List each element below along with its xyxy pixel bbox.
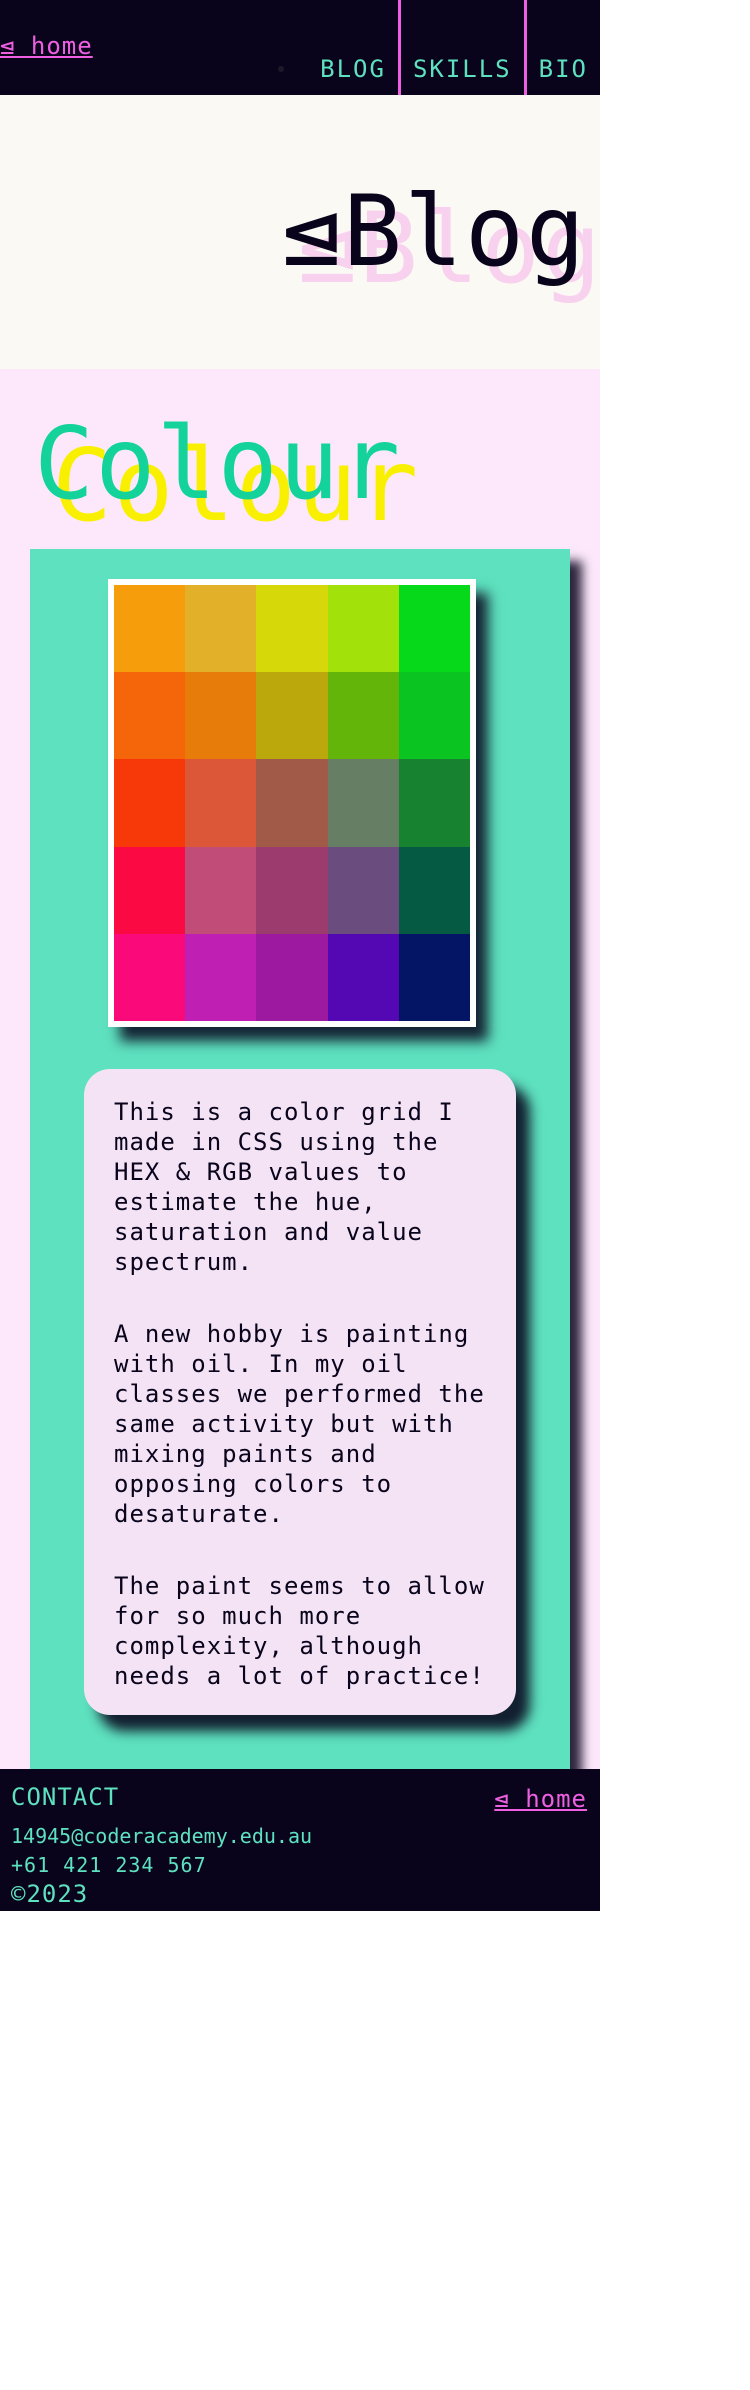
colour-swatch	[398, 759, 470, 847]
colour-swatch	[185, 759, 257, 847]
section-heading: Colour	[34, 405, 402, 522]
colour-swatch	[114, 933, 186, 1021]
contact-phone[interactable]: +61 421 234 567	[11, 1853, 207, 1877]
colour-grid	[114, 585, 470, 1021]
colour-swatch	[398, 846, 470, 934]
nav-dot-decoration	[278, 66, 285, 72]
colour-swatch	[185, 585, 257, 673]
nav-item-skills[interactable]: SKILLS	[401, 0, 524, 95]
footer-home-link[interactable]: ⊴ home	[494, 1785, 587, 1813]
colour-swatch	[185, 672, 257, 760]
colour-swatch	[256, 933, 328, 1021]
colour-grid-frame	[108, 579, 476, 1027]
colour-swatch	[327, 846, 399, 934]
home-link[interactable]: ⊴ home	[0, 32, 93, 60]
colour-swatch	[256, 672, 328, 760]
colour-swatch	[256, 585, 328, 673]
colour-swatch	[114, 759, 186, 847]
colour-swatch	[327, 933, 399, 1021]
site-header: ⊴ home BLOG SKILLS BIO	[0, 0, 600, 95]
description-paragraph: A new hobby is painting with oil. In my …	[114, 1320, 485, 1528]
description-card: This is a color grid I made in CSS using…	[84, 1069, 516, 1715]
page: ⊴ home BLOG SKILLS BIO ⊴Blog ⊴Blog Colou…	[0, 0, 600, 1911]
main-content: Colour Colour This is a color grid I mad…	[0, 369, 600, 1769]
colour-swatch	[327, 585, 399, 673]
colour-swatch	[185, 846, 257, 934]
main-nav: BLOG SKILLS BIO	[278, 0, 600, 95]
site-footer: CONTACT 14945@coderacademy.edu.au +61 42…	[0, 1769, 600, 1911]
colour-card: This is a color grid I made in CSS using…	[30, 549, 570, 1769]
colour-swatch	[114, 585, 186, 673]
contact-email[interactable]: 14945@coderacademy.edu.au	[11, 1824, 312, 1848]
colour-swatch	[256, 846, 328, 934]
nav-item-blog[interactable]: BLOG	[320, 0, 398, 95]
description-paragraph: The paint seems to allow for so much mor…	[114, 1572, 485, 1690]
colour-swatch	[185, 933, 257, 1021]
contact-title: CONTACT	[11, 1783, 120, 1811]
copyright: ©2023	[11, 1880, 89, 1908]
colour-swatch	[256, 759, 328, 847]
colour-swatch	[398, 672, 470, 760]
colour-swatch	[327, 672, 399, 760]
colour-swatch	[114, 846, 186, 934]
colour-swatch	[398, 933, 470, 1021]
title-banner: ⊴Blog ⊴Blog	[0, 95, 600, 369]
colour-swatch	[398, 585, 470, 673]
colour-swatch	[327, 759, 399, 847]
description-paragraph: This is a color grid I made in CSS using…	[114, 1098, 454, 1276]
nav-item-bio[interactable]: BIO	[527, 0, 600, 95]
colour-swatch	[114, 672, 186, 760]
page-title: ⊴Blog	[282, 175, 588, 289]
